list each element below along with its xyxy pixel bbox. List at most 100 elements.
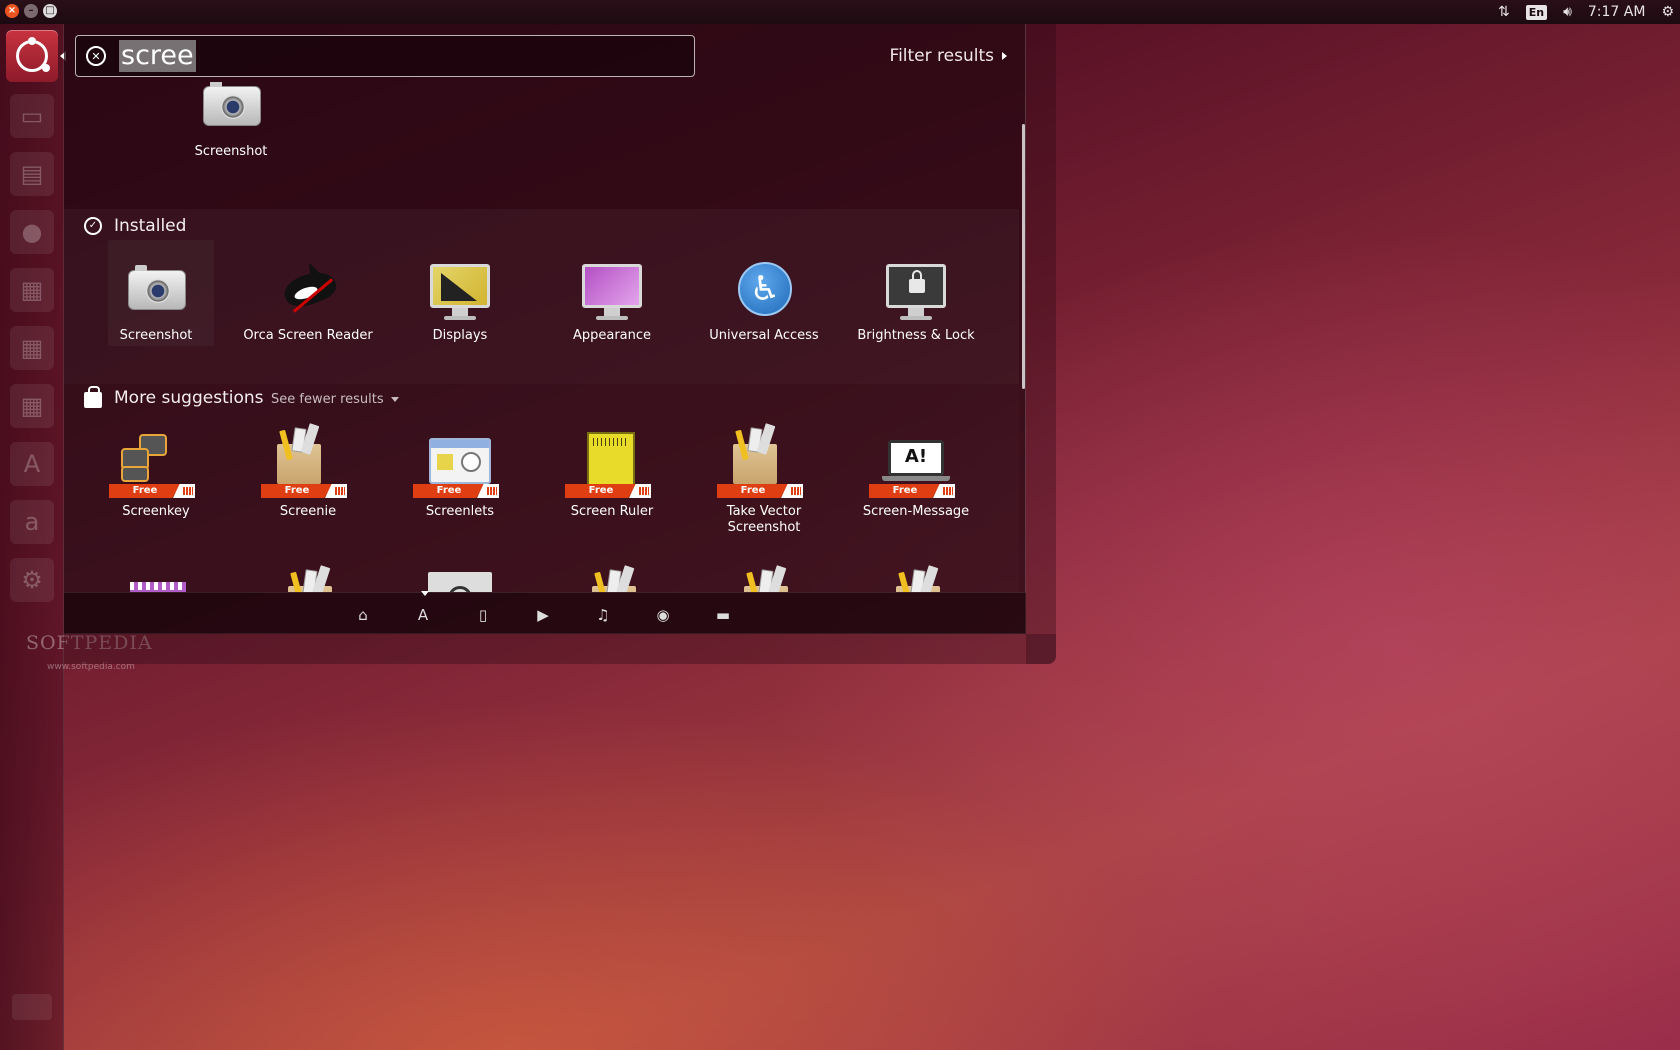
installed-title: Installed [114, 216, 187, 236]
indicator-area: ⇅ En 🔊︎ 7:17 AM ⚙ [1498, 0, 1674, 24]
result-tile-appearance[interactable]: Appearance [537, 258, 687, 344]
search-input[interactable]: ✕ scree [75, 35, 695, 77]
result-tile-partial[interactable] [81, 572, 231, 592]
impress-launcher-icon[interactable]: ▦ [10, 384, 54, 428]
minimize-icon[interactable]: – [24, 4, 38, 18]
orca-icon [272, 258, 344, 322]
clock[interactable]: 7:17 AM [1588, 4, 1646, 20]
package-icon [576, 565, 648, 592]
writer-launcher-icon[interactable]: ▦ [10, 268, 54, 312]
ubuntu-logo-icon [16, 37, 50, 72]
dash: ✕ scree Filter results Screenshot ✓ Inst… [64, 24, 1026, 634]
tile-label: Appearance [572, 328, 652, 343]
see-fewer-results-button[interactable]: See fewer results [271, 392, 399, 407]
files-launcher-icon[interactable]: ▭ [10, 94, 54, 138]
suggestions-title: More suggestions [114, 388, 264, 408]
files-lens-icon[interactable]: ▯ [474, 606, 492, 624]
result-tile-displays[interactable]: Displays [385, 258, 535, 344]
screen-message-icon: A! Free [869, 430, 963, 500]
trash-launcher-icon[interactable] [12, 994, 52, 1020]
package-icon [728, 565, 800, 592]
package-icon: Free [261, 423, 355, 500]
appearance-icon [576, 258, 648, 322]
free-badge: Free [109, 484, 181, 498]
close-icon[interactable]: × [5, 4, 19, 18]
result-tile-screen-ruler[interactable]: Free Screen Ruler [537, 430, 687, 520]
result-tile-partial[interactable] [689, 565, 839, 592]
network-icon[interactable]: ⇅ [1498, 4, 1510, 20]
accessibility-icon: ♿︎ [728, 258, 800, 322]
tile-label: Screenlets [425, 504, 495, 519]
free-badge: Free [565, 484, 637, 498]
dash-bottom-edge [64, 634, 1056, 664]
dash-home-button[interactable] [6, 30, 58, 82]
camera-icon [195, 82, 267, 138]
cheese-icon [120, 572, 192, 592]
check-circle-icon: ✓ [84, 217, 102, 235]
clear-search-icon[interactable]: ✕ [86, 46, 106, 66]
result-tile[interactable]: Screenshot [156, 82, 306, 160]
tile-label: Screen-Message [862, 504, 970, 519]
social-lens-icon[interactable]: ▬ [714, 606, 732, 624]
free-badge: Free [869, 484, 941, 498]
shopping-bag-icon [84, 385, 102, 408]
chevron-down-icon [390, 397, 399, 402]
suggestions-header[interactable]: More suggestions [84, 385, 264, 408]
package-icon [880, 565, 952, 592]
result-tile-partial[interactable] [233, 565, 383, 592]
screenkey-icon: Free [109, 430, 203, 500]
free-badge: Free [717, 484, 789, 498]
home-lens-icon[interactable]: ⌂ [354, 606, 372, 624]
installed-header[interactable]: ✓ Installed [84, 216, 186, 236]
music-lens-icon[interactable]: ♫ [594, 606, 612, 624]
applications-lens-icon[interactable]: A [414, 606, 432, 624]
see-fewer-label: See fewer results [271, 392, 384, 407]
result-tile-orca[interactable]: Orca Screen Reader [233, 258, 383, 344]
keyboard-icon[interactable]: En [1525, 4, 1548, 20]
result-tile-take-vector-screenshot[interactable]: Free Take Vector Screenshot [689, 423, 839, 536]
free-badge: Free [261, 484, 333, 498]
search-query: scree [119, 40, 196, 72]
result-tile-partial[interactable] [537, 565, 687, 592]
launcher: ▭ ▤ ● ▦ ▦ ▦ A a ⚙ [0, 24, 66, 1050]
active-lens-marker-icon [421, 591, 429, 596]
result-tile-screenkey[interactable]: Free Screenkey [81, 430, 231, 520]
firefox-launcher-icon[interactable]: ● [10, 210, 54, 254]
tile-label: Screenie [279, 504, 337, 519]
tile-label: Displays [432, 328, 488, 343]
magnifier-icon [424, 572, 496, 592]
result-tile-universal-access[interactable]: ♿︎ Universal Access [689, 258, 839, 344]
tile-label: Screenshot [119, 328, 193, 343]
calc-launcher-icon[interactable]: ▦ [10, 326, 54, 370]
gear-icon[interactable]: ⚙ [1661, 4, 1674, 20]
amazon-launcher-icon[interactable]: a [10, 500, 54, 544]
result-tile-screen-message[interactable]: A! Free Screen-Message [841, 430, 991, 520]
dash-edge [1026, 24, 1056, 664]
top-panel: × – □ ⇅ En 🔊︎ 7:17 AM ⚙ [0, 0, 1680, 24]
settings-launcher-icon[interactable]: ⚙ [10, 558, 54, 602]
window-controls: × – □ [5, 4, 57, 18]
result-tile-screenie[interactable]: Free Screenie [233, 423, 383, 520]
tile-label: Orca Screen Reader [243, 328, 373, 343]
result-tile-screenshot[interactable]: Screenshot [81, 240, 231, 346]
display-icon [424, 258, 496, 322]
result-tile-brightness-lock[interactable]: Brightness & Lock [841, 258, 991, 344]
home-folder-launcher-icon[interactable]: ▤ [10, 152, 54, 196]
result-tile-partial[interactable] [385, 572, 535, 592]
volume-icon[interactable]: 🔊︎ [1563, 4, 1572, 20]
maximize-icon[interactable]: □ [43, 4, 57, 18]
tile-label: Screenkey [122, 504, 190, 519]
package-icon: Free [717, 423, 811, 500]
tile-label: Take Vector Screenshot [726, 504, 802, 535]
result-tile-partial[interactable] [841, 565, 991, 592]
result-tile-screenlets[interactable]: Free Screenlets [385, 430, 535, 520]
photo-lens-icon[interactable]: ◉ [654, 606, 672, 624]
package-icon [272, 565, 344, 592]
video-lens-icon[interactable]: ▶ [534, 606, 552, 624]
screenlets-icon: Free [413, 430, 507, 500]
software-center-launcher-icon[interactable]: A [10, 442, 54, 486]
tile-label: Universal Access [709, 328, 819, 343]
ruler-icon: Free [565, 430, 659, 500]
filter-results-button[interactable]: Filter results [890, 46, 1007, 66]
scrollbar[interactable] [1022, 124, 1025, 389]
